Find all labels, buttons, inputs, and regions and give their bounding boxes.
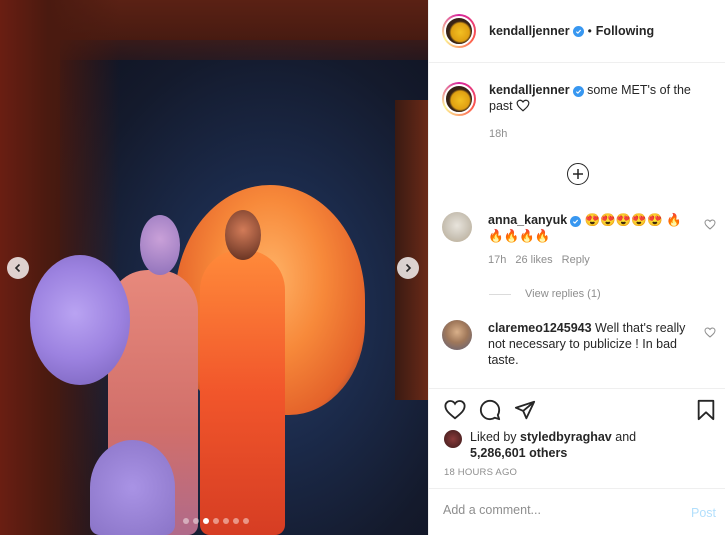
photo-figure-right-head bbox=[225, 210, 261, 260]
comments-list[interactable]: kendalljenner some MET's of the past 18h… bbox=[429, 64, 725, 388]
avatar[interactable] bbox=[442, 14, 476, 48]
plus-icon bbox=[573, 169, 583, 179]
add-comment-bar: Post bbox=[429, 488, 725, 535]
comment-avatar[interactable] bbox=[442, 212, 472, 242]
carousel-dot bbox=[193, 518, 199, 524]
carousel-dot bbox=[233, 518, 239, 524]
likes-summary: Liked by styledbyraghav and 5,286,601 ot… bbox=[444, 429, 670, 461]
carousel-dot bbox=[223, 518, 229, 524]
like-heart-icon[interactable] bbox=[444, 399, 466, 421]
photo-figure-right bbox=[200, 250, 285, 535]
liker-avatar[interactable] bbox=[444, 430, 462, 448]
photo-figure-left-fur bbox=[30, 255, 130, 385]
caption-username[interactable]: kendalljenner bbox=[489, 83, 570, 97]
verified-badge-icon bbox=[572, 25, 584, 37]
comment-time: 17h bbox=[488, 254, 507, 266]
replies-divider bbox=[489, 293, 511, 295]
carousel-dot bbox=[243, 518, 249, 524]
comment-likes[interactable]: 26 likes bbox=[515, 252, 552, 268]
view-replies-button[interactable]: View replies (1) bbox=[489, 288, 601, 300]
comment-like-heart-icon[interactable] bbox=[704, 327, 716, 338]
heart-outline-icon bbox=[516, 99, 530, 112]
verified-badge-icon bbox=[572, 86, 584, 97]
following-button[interactable]: Following bbox=[596, 24, 654, 38]
photo-figure-left-hem bbox=[90, 440, 175, 535]
post-header: kendalljenner • Following bbox=[429, 0, 725, 63]
post-photo[interactable] bbox=[0, 0, 428, 535]
comment-like-heart-icon[interactable] bbox=[704, 219, 716, 230]
caption-time: 18h bbox=[489, 128, 508, 140]
post-timestamp[interactable]: 18 HOURS AGO bbox=[444, 467, 517, 478]
verified-badge-icon bbox=[570, 216, 582, 227]
header-separator: • bbox=[587, 24, 592, 38]
post-details-panel: kendalljenner • Following kendalljenner … bbox=[428, 0, 725, 535]
carousel-dot bbox=[203, 518, 209, 524]
liked-by-and: and bbox=[615, 430, 637, 444]
caption: kendalljenner some MET's of the past 18h bbox=[442, 82, 704, 140]
comment-item: anna_kanyuk 😍😍😍😍😍 🔥🔥🔥🔥🔥 17h 26 likes Rep… bbox=[442, 212, 716, 268]
carousel-dot bbox=[183, 518, 189, 524]
comment-item: claremeo1245943 Well that's really not n… bbox=[442, 320, 716, 368]
comment-avatar[interactable] bbox=[442, 320, 472, 350]
next-slide-button[interactable] bbox=[397, 257, 419, 279]
add-comment-input[interactable] bbox=[443, 503, 673, 517]
chevron-right-icon bbox=[405, 263, 412, 273]
carousel-indicator bbox=[183, 518, 249, 524]
chevron-left-icon bbox=[14, 263, 21, 273]
caption-avatar[interactable] bbox=[442, 82, 476, 116]
post-actions: Liked by styledbyraghav and 5,286,601 ot… bbox=[429, 388, 725, 488]
comment-username[interactable]: anna_kanyuk bbox=[488, 213, 567, 227]
share-plane-icon[interactable] bbox=[514, 399, 536, 421]
view-replies-label: View replies (1) bbox=[525, 288, 601, 300]
author-username[interactable]: kendalljenner bbox=[489, 24, 570, 38]
reply-button[interactable]: Reply bbox=[562, 252, 590, 268]
post-comment-button[interactable]: Post bbox=[691, 506, 716, 520]
comment-bubble-icon[interactable] bbox=[479, 399, 501, 421]
photo-figure-left-head bbox=[140, 215, 180, 275]
save-bookmark-icon[interactable] bbox=[695, 399, 717, 421]
comment-username[interactable]: claremeo1245943 bbox=[488, 321, 592, 335]
previous-slide-button[interactable] bbox=[7, 257, 29, 279]
load-more-comments-button[interactable] bbox=[567, 163, 589, 185]
liked-by-others[interactable]: 5,286,601 others bbox=[470, 446, 567, 460]
liked-by-prefix: Liked by bbox=[470, 430, 517, 444]
liked-by-user[interactable]: styledbyraghav bbox=[520, 430, 612, 444]
carousel-dot bbox=[213, 518, 219, 524]
photo-right-edge bbox=[395, 100, 428, 400]
